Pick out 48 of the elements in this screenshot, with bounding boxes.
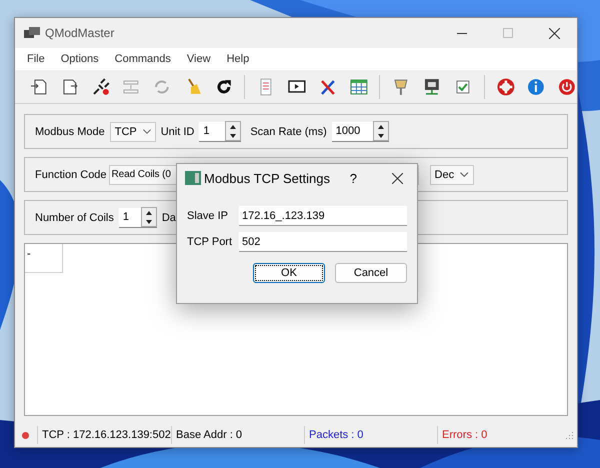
packets-count: Packets : 0: [304, 426, 437, 444]
menu-item[interactable]: View: [178, 53, 219, 65]
spin-arrows[interactable]: [372, 121, 389, 141]
menu-item[interactable]: Help: [218, 53, 258, 65]
dialog-button[interactable]: Cancel: [335, 263, 407, 283]
power-icon[interactable]: [557, 76, 577, 96]
minimize-icon[interactable]: [457, 32, 467, 34]
resize-grip-icon[interactable]: [566, 431, 574, 439]
spin-arrows[interactable]: [225, 121, 242, 141]
app-icon: [24, 27, 40, 39]
menu-item[interactable]: File: [19, 53, 53, 65]
mode-dropdown[interactable]: TCP: [110, 122, 156, 142]
scan-rate-spinbox[interactable]: 1000: [332, 122, 389, 142]
window-title: QModMaster: [45, 26, 114, 40]
caret-icon: [142, 129, 151, 134]
dialog-button[interactable]: OK: [253, 263, 325, 283]
field-label: TCP Port: [187, 236, 234, 248]
coils-spinbox[interactable]: 1: [118, 208, 157, 228]
plug-icon[interactable]: [90, 76, 110, 96]
menu-item[interactable]: Options: [52, 53, 107, 65]
lifebuoy-icon[interactable]: [496, 76, 516, 96]
input-field[interactable]: 502: [239, 232, 407, 252]
format-dropdown[interactable]: Dec: [430, 164, 474, 184]
network-icon[interactable]: [422, 76, 442, 96]
field-label: Scan Rate (ms): [250, 126, 327, 138]
load-icon[interactable]: [29, 76, 49, 96]
errors-count: Errors : 0: [437, 426, 492, 444]
field-label: Function Code: [35, 168, 107, 180]
input-field[interactable]: 172.16_.123.139: [239, 206, 407, 226]
close-button[interactable]: [392, 172, 403, 184]
dialog-title: Modbus TCP Settings: [204, 170, 330, 186]
field-label: Unit ID: [160, 126, 194, 138]
field-label: Slave IP: [187, 210, 229, 222]
unit-id-spinbox[interactable]: 1: [199, 122, 242, 142]
field-label: Da: [162, 212, 176, 224]
menu-item[interactable]: Commands: [106, 53, 179, 65]
field-label: Number of Coils: [35, 212, 114, 224]
caret-icon: [460, 172, 469, 177]
base-address: Base Addr : 0: [171, 426, 304, 444]
info-icon[interactable]: [526, 76, 546, 96]
close-icon[interactable]: [548, 28, 560, 38]
app-icon: [185, 171, 201, 185]
field-label: Modbus Mode: [35, 126, 105, 138]
connection-status: TCP : 172.16.123.139:502: [37, 426, 171, 444]
spin-arrows[interactable]: [140, 207, 157, 227]
table-icon[interactable]: [348, 76, 368, 96]
table-cell: -: [25, 244, 63, 273]
help-button[interactable]: ?: [350, 170, 357, 186]
